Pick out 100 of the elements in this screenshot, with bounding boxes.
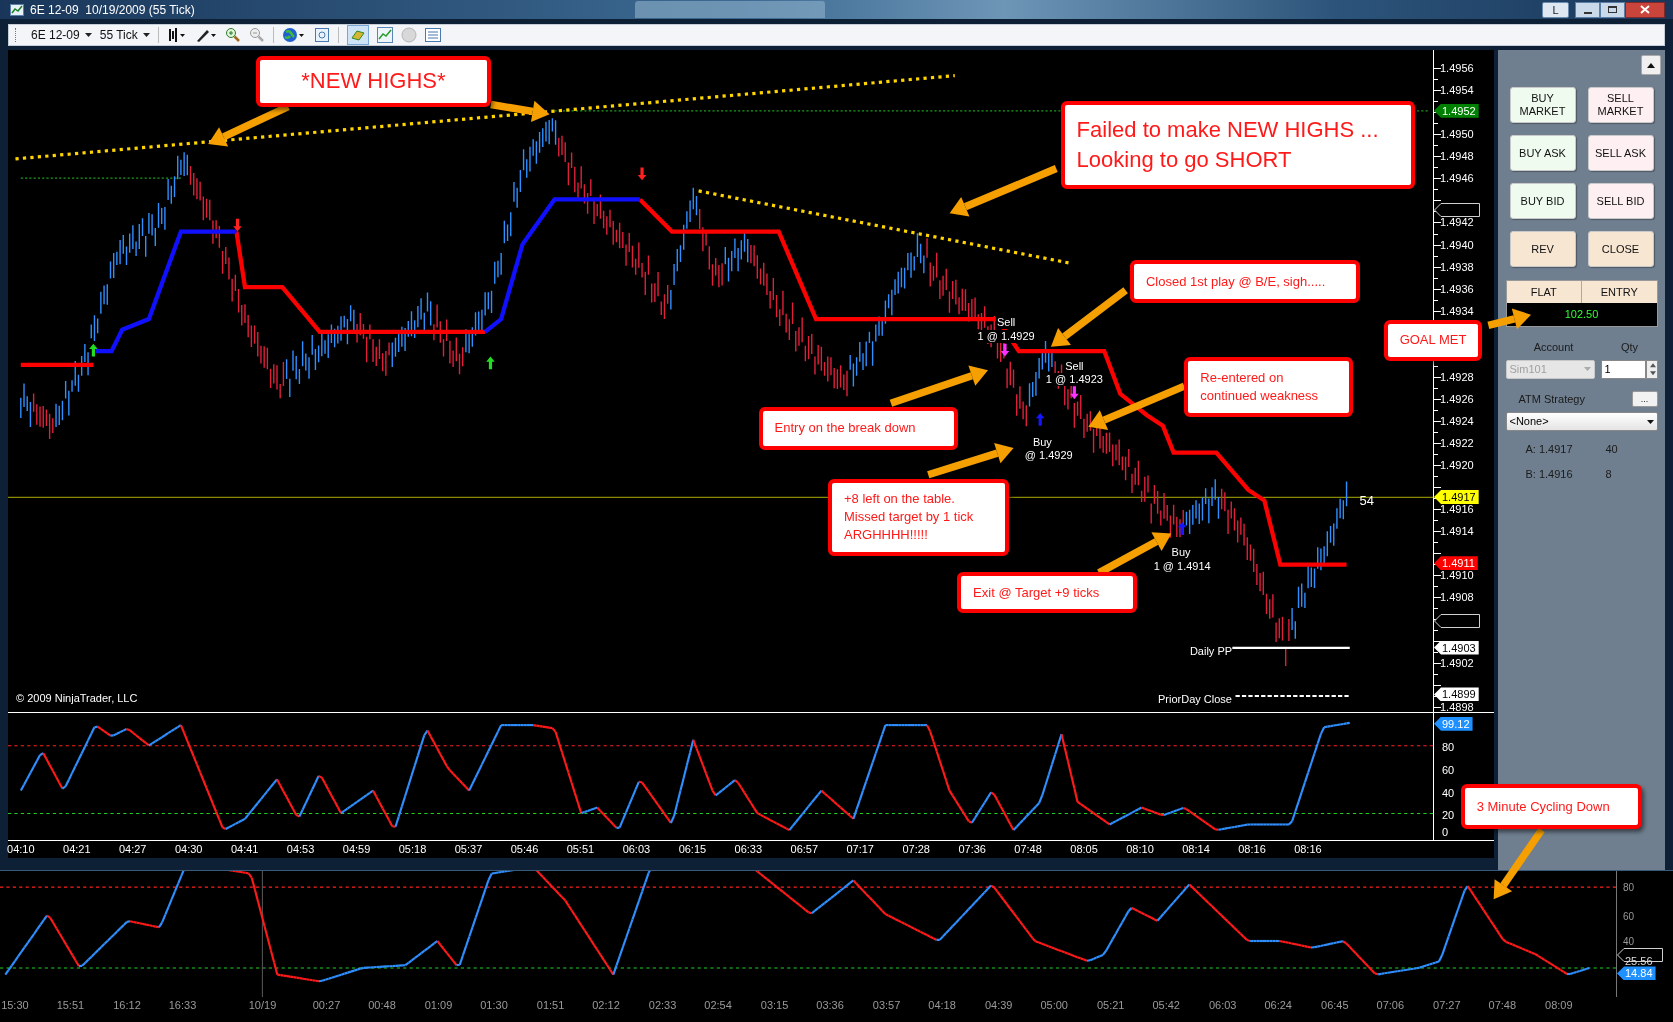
caret-icon xyxy=(1646,419,1654,424)
copyright-text: © 2009 NinjaTrader, LLC xyxy=(16,690,138,706)
down-arrow-icon xyxy=(1000,343,1010,357)
order-button[interactable]: BUY ASK xyxy=(1509,135,1576,171)
quote-price: B: 1.4916 xyxy=(1525,466,1574,482)
axis-label: 02:12 xyxy=(592,999,620,1011)
axis-label: 04:30 xyxy=(174,843,203,855)
chart-icon[interactable] xyxy=(376,26,393,43)
axis-label: 60 xyxy=(1442,763,1455,776)
axis-label: 1.4924 xyxy=(1440,414,1474,427)
instrument-dropdown[interactable]: 6E 12-09 xyxy=(25,25,92,44)
callout-note: *NEW HIGHS* xyxy=(256,55,491,107)
axis-label: 08:09 xyxy=(1545,999,1573,1011)
order-button[interactable]: SELL MARKET xyxy=(1587,87,1654,123)
axis-label: 1.4920 xyxy=(1440,458,1474,471)
axis-label: 05:51 xyxy=(566,843,595,855)
chart-icon xyxy=(10,3,24,16)
title-button[interactable]: L xyxy=(1542,1,1569,18)
data-box-icon[interactable] xyxy=(424,26,441,43)
axis-label: 01:09 xyxy=(424,999,453,1011)
interval-dropdown[interactable]: 55 Tick xyxy=(99,25,150,44)
caret-icon xyxy=(84,32,92,37)
order-button[interactable]: BUY BID xyxy=(1509,183,1576,219)
callout-note: Entry on the break down xyxy=(758,406,959,451)
axis-label: 04:18 xyxy=(928,999,956,1011)
chart-label: Daily PP xyxy=(1189,644,1233,660)
axis-label: 1.4922 xyxy=(1440,436,1474,449)
window-title: 6E 12-09 10/19/2009 (55 Tick) xyxy=(30,1,195,19)
chart-label: Buy xyxy=(1032,435,1052,451)
axis-label: 07:17 xyxy=(846,843,874,855)
axis-label: 08:10 xyxy=(1126,843,1154,855)
axis-label: 05:00 xyxy=(1040,999,1068,1011)
chart-label: 1 @ 1.4914 xyxy=(1153,559,1211,574)
axis-label: 04:53 xyxy=(286,843,315,855)
order-button[interactable]: REV xyxy=(1509,231,1576,267)
axis-label: 06:33 xyxy=(734,843,763,855)
axis-label: 1.4942 xyxy=(1440,216,1474,229)
axis-label: 80 xyxy=(1442,741,1455,754)
order-button[interactable]: BUY MARKET xyxy=(1509,87,1576,123)
price-marker: 14.84 xyxy=(1617,966,1656,981)
order-button[interactable]: CLOSE xyxy=(1587,231,1654,267)
axis-label: 04:39 xyxy=(984,999,1013,1011)
price-marker: 1.4911 xyxy=(1434,556,1478,571)
chart-label: 1 @ 1.4923 xyxy=(1044,373,1104,387)
callout-note: +8 left on the table. Missed target by 1 tick ARGHHHH!!!!! xyxy=(828,479,1010,556)
chart-label: @ 1.4929 xyxy=(1024,448,1073,464)
callout-arrow xyxy=(1487,308,1531,330)
bar-style-icon[interactable] xyxy=(166,26,187,43)
price-marker: 1.4952 xyxy=(1434,103,1479,118)
maximize-icon[interactable] xyxy=(1600,1,1625,18)
order-button[interactable]: SELL BID xyxy=(1587,183,1654,219)
quantity-field[interactable]: 1 xyxy=(1600,359,1646,379)
collapse-button[interactable] xyxy=(1641,55,1661,75)
field-label: Account xyxy=(1532,340,1575,355)
axis-label: 03:57 xyxy=(872,999,901,1011)
axis-label: 1.4934 xyxy=(1440,304,1474,317)
order-button[interactable]: SELL ASK xyxy=(1587,135,1654,171)
axis-label: 07:27 xyxy=(1433,999,1461,1011)
axis-label: 1.4950 xyxy=(1440,128,1474,141)
axis-label: 08:16 xyxy=(1294,843,1322,855)
minimize-icon[interactable] xyxy=(1575,1,1600,18)
axis-label: 1.4914 xyxy=(1440,525,1474,538)
axis-label: 1.4948 xyxy=(1440,150,1474,163)
callout-arrow xyxy=(490,100,550,122)
axis-label: 05:46 xyxy=(510,843,539,855)
axis-label: 06:15 xyxy=(678,843,707,855)
axis-label: 03:36 xyxy=(816,999,844,1011)
axis-label: 05:37 xyxy=(454,843,483,855)
axis-label: 01:30 xyxy=(480,999,508,1011)
zoom-in-icon[interactable] xyxy=(224,26,241,43)
up-arrow-icon xyxy=(89,343,98,357)
axis-label: 1.4916 xyxy=(1440,503,1474,515)
field-label: Qty xyxy=(1619,340,1640,355)
axis-label: 00:27 xyxy=(312,999,341,1011)
axis-label: 08:14 xyxy=(1182,843,1210,855)
strategy-dropdown[interactable]: <None> xyxy=(1505,412,1658,431)
properties-icon[interactable] xyxy=(313,26,330,43)
up-arrow-icon xyxy=(1035,413,1045,426)
axis-label: 06:45 xyxy=(1321,999,1349,1011)
axis-label: 06:03 xyxy=(622,843,651,855)
axis-label: 08:05 xyxy=(1070,843,1098,855)
axis-label: 06:57 xyxy=(790,843,819,855)
axis-label: 1.4946 xyxy=(1440,172,1474,185)
axis-label: 1.4938 xyxy=(1440,260,1474,273)
axis-label: 16:12 xyxy=(113,999,141,1011)
axis-label: 07:48 xyxy=(1014,843,1042,855)
axis-label: 08:16 xyxy=(1238,843,1266,855)
globe-icon[interactable] xyxy=(281,26,306,43)
callout-note: Re-entered on continued weakness xyxy=(1184,357,1353,418)
axis-label: 1.4954 xyxy=(1440,84,1474,97)
axis-label: 01:51 xyxy=(536,999,565,1011)
close-icon[interactable] xyxy=(1625,1,1665,18)
quote-size: 8 xyxy=(1605,466,1612,482)
down-arrow-icon xyxy=(1070,386,1079,400)
price-marker: 1.4917 xyxy=(1434,490,1479,505)
more-button[interactable]: ... xyxy=(1631,390,1658,407)
axis-label: 04:27 xyxy=(118,843,147,855)
strategy-icon[interactable] xyxy=(346,24,369,45)
axis-label: 1.4926 xyxy=(1440,392,1474,405)
field-label: ATM Strategy xyxy=(1518,391,1585,407)
